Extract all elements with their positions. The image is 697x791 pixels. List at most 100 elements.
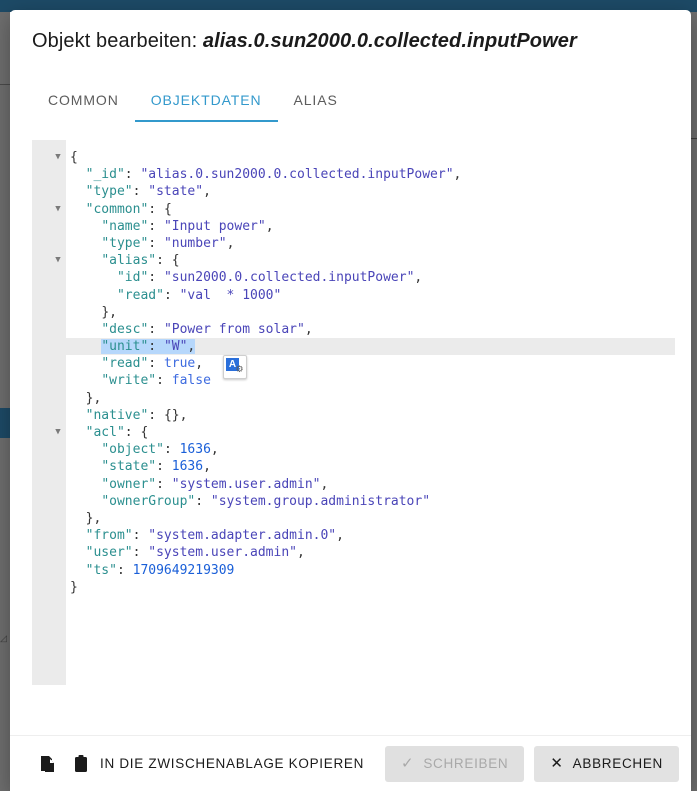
- token-string: "Input power": [163, 218, 266, 234]
- code-line-text: },: [66, 305, 117, 320]
- token-key: "owner": [101, 476, 157, 492]
- code-line[interactable]: "ts": 1709649219309: [32, 562, 677, 579]
- token-key: "state": [101, 459, 157, 475]
- token-colon: :: [148, 218, 164, 234]
- token-key: "type": [85, 184, 133, 200]
- code-line[interactable]: "unit": "W",: [32, 338, 675, 356]
- token-colon: :: [132, 184, 149, 200]
- code-line-text: "read": "val * 1000": [66, 288, 281, 303]
- token-colon: :: [148, 270, 164, 286]
- code-line[interactable]: "read": true,: [32, 355, 677, 372]
- cancel-button-label: ABBRECHEN: [572, 756, 663, 771]
- write-button-label: SCHREIBEN: [423, 756, 509, 771]
- token-colon: :: [156, 373, 172, 389]
- cancel-button[interactable]: ✕ ABBRECHEN: [534, 745, 679, 782]
- token-punct: }: [70, 579, 78, 595]
- token-string: "alias.0.sun2000.0.collected.inputPower": [140, 167, 454, 183]
- code-line[interactable]: ▼ "common": {: [32, 201, 677, 218]
- code-line[interactable]: "_id": "alias.0.sun2000.0.collected.inpu…: [32, 166, 677, 183]
- token-key: "acl": [85, 425, 125, 440]
- code-line[interactable]: "native": {},: [32, 407, 677, 424]
- token-colon: :: [132, 545, 149, 561]
- sidebar-item-selected[interactable]: [0, 408, 10, 438]
- token-key: "read": [101, 356, 149, 372]
- token-key: "user": [85, 545, 133, 561]
- editor-lines: ▼{ "_id": "alias.0.sun2000.0.collected.i…: [32, 140, 677, 596]
- translate-popup-icon[interactable]: A ⚙: [223, 355, 247, 379]
- copy-file-button[interactable]: [32, 747, 66, 781]
- token-string: "system.user.admin": [148, 545, 297, 561]
- tab-alias[interactable]: ALIAS: [278, 82, 354, 122]
- code-line[interactable]: "type": "state",: [32, 183, 677, 200]
- token-colon: :: [124, 167, 141, 183]
- token-punct: ,: [265, 218, 274, 234]
- token-colon: :: [132, 528, 149, 544]
- fold-triangle-icon[interactable]: ▼: [52, 149, 64, 166]
- token-key: "desc": [101, 321, 149, 337]
- code-line[interactable]: "id": "sun2000.0.collected.inputPower",: [32, 269, 677, 286]
- fold-triangle-icon[interactable]: ▼: [52, 201, 64, 218]
- tab-common[interactable]: COMMON: [32, 82, 135, 122]
- code-line[interactable]: "state": 1636,: [32, 458, 677, 475]
- code-line-text: "owner": "system.user.admin",: [66, 477, 328, 492]
- token-punct: ,: [297, 545, 305, 561]
- code-line-text: },: [66, 511, 102, 526]
- code-line-text: "from": "system.adapter.admin.0",: [66, 528, 344, 543]
- token-key: "ts": [85, 562, 117, 578]
- code-line[interactable]: ▼ "acl": {: [32, 424, 677, 441]
- code-line[interactable]: "ownerGroup": "system.group.administrato…: [32, 493, 677, 510]
- code-line[interactable]: }: [32, 579, 677, 596]
- code-line[interactable]: "owner": "system.user.admin",: [32, 476, 677, 493]
- fold-triangle-icon[interactable]: ▼: [52, 252, 64, 269]
- token-key: "id": [116, 270, 149, 286]
- token-punct: ,: [320, 476, 329, 492]
- code-line[interactable]: "type": "number",: [32, 235, 677, 252]
- token-key: "read": [116, 287, 164, 303]
- token-punct: {: [163, 201, 172, 217]
- token-string: "val * 1000": [179, 287, 282, 303]
- token-colon: :: [156, 253, 172, 269]
- code-line-text: "_id": "alias.0.sun2000.0.collected.inpu…: [66, 167, 462, 183]
- code-line[interactable]: "name": "Input power",: [32, 218, 677, 235]
- tab-objektdaten[interactable]: OBJEKTDATEN: [134, 82, 278, 122]
- token-string: "system.user.admin": [171, 476, 321, 492]
- write-button[interactable]: ✓ SCHREIBEN: [385, 745, 525, 782]
- code-line[interactable]: "from": "system.adapter.admin.0",: [32, 527, 677, 544]
- code-line[interactable]: },: [32, 304, 677, 321]
- token-key: "_id": [85, 167, 125, 183]
- token-string: "Power from solar": [163, 321, 305, 337]
- json-code-editor[interactable]: ▼{ "_id": "alias.0.sun2000.0.collected.i…: [32, 140, 677, 685]
- selected-text: "unit": "W",: [101, 339, 196, 355]
- code-line[interactable]: },: [32, 390, 677, 407]
- fold-triangle-icon[interactable]: ▼: [52, 424, 64, 441]
- code-line[interactable]: ▼ "alias": {: [32, 252, 677, 269]
- code-line[interactable]: "write": false: [32, 372, 677, 389]
- code-line[interactable]: "user": "system.user.admin",: [32, 544, 677, 561]
- code-line[interactable]: "read": "val * 1000": [32, 287, 677, 304]
- copy-to-clipboard-button[interactable]: IN DIE ZWISCHENABLAGE KOPIEREN: [66, 746, 374, 782]
- token-punct: ,: [195, 356, 204, 372]
- token-key: "name": [101, 218, 149, 234]
- token-punct: ,: [414, 270, 423, 286]
- token-key: "alias": [101, 253, 157, 269]
- code-line[interactable]: "object": 1636,: [32, 441, 677, 458]
- code-line[interactable]: ▼{: [32, 149, 677, 166]
- token-key: "type": [101, 235, 149, 251]
- code-line[interactable]: },: [32, 510, 677, 527]
- token-key: "ownerGroup": [101, 493, 196, 509]
- code-line[interactable]: "desc": "Power from solar",: [32, 321, 677, 338]
- token-punct: {: [140, 425, 149, 440]
- token-colon: :: [148, 321, 164, 337]
- token-punct: ,: [336, 528, 344, 544]
- copy-to-clipboard-label: IN DIE ZWISCHENABLAGE KOPIEREN: [100, 756, 365, 771]
- background-sidebar[interactable]: ◿: [0, 12, 10, 791]
